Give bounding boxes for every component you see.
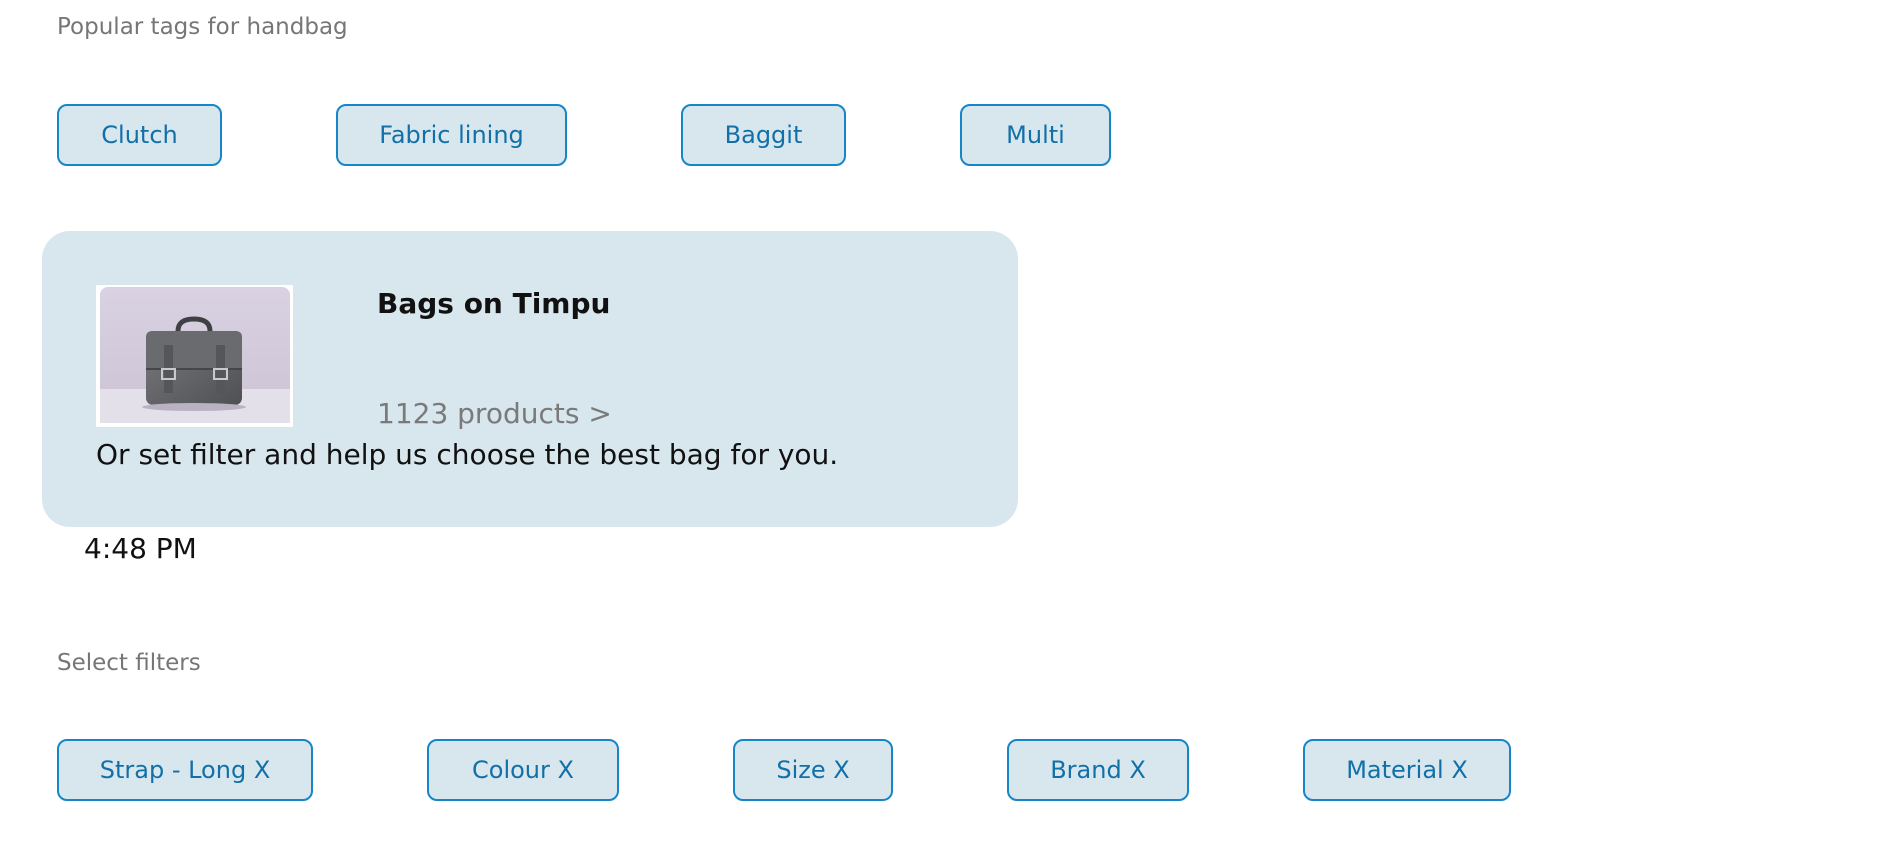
handbag-photo-icon xyxy=(100,287,290,423)
product-thumbnail[interactable] xyxy=(96,285,293,427)
chat-page: Popular tags for handbag Clutch Fabric l… xyxy=(0,0,1893,853)
filter-chip-size[interactable]: Size X xyxy=(733,739,893,801)
message-card: Bags on Timpu 1123 products > Or set fil… xyxy=(42,231,1018,527)
filter-chip-material[interactable]: Material X xyxy=(1303,739,1511,801)
tag-chip-baggit[interactable]: Baggit xyxy=(681,104,846,166)
message-timestamp: 4:48 PM xyxy=(84,532,197,565)
select-filters-label: Select filters xyxy=(57,650,201,676)
filter-chip-strap[interactable]: Strap - Long X xyxy=(57,739,313,801)
popular-tags-label: Popular tags for handbag xyxy=(57,14,348,40)
card-message: Or set filter and help us choose the bes… xyxy=(96,438,839,471)
products-count-link[interactable]: 1123 products > xyxy=(377,397,612,430)
tag-chip-fabric-lining[interactable]: Fabric lining xyxy=(336,104,567,166)
tag-chip-clutch[interactable]: Clutch xyxy=(57,104,222,166)
filter-chip-brand[interactable]: Brand X xyxy=(1007,739,1189,801)
card-title: Bags on Timpu xyxy=(377,287,611,320)
tag-chip-multi[interactable]: Multi xyxy=(960,104,1111,166)
filter-chip-colour[interactable]: Colour X xyxy=(427,739,619,801)
